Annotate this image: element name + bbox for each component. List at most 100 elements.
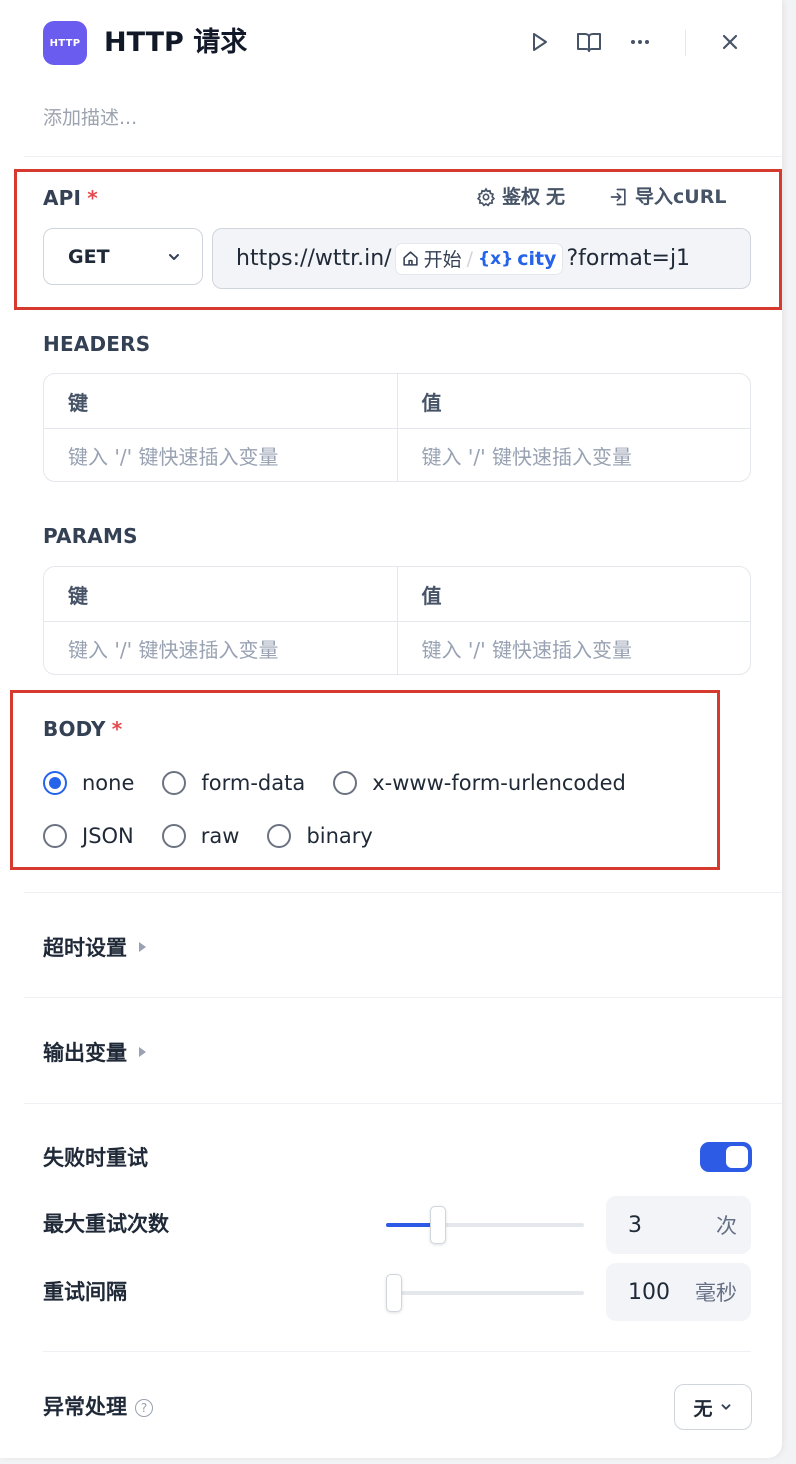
params-value-header: 值: [396, 567, 751, 621]
retry-interval-slider[interactable]: [386, 1274, 584, 1312]
retry-interval-unit: 毫秒: [695, 1281, 737, 1305]
slider-thumb[interactable]: [386, 1274, 402, 1312]
headers-key-input[interactable]: 键入 '/' 键快速插入变量: [44, 429, 397, 481]
variable-ref: {x} city: [478, 248, 556, 270]
variable-name: city: [517, 247, 557, 270]
body-option-form-data[interactable]: form-data: [162, 771, 305, 795]
url-prefix: https://wttr.in/: [236, 246, 392, 271]
body-option-json[interactable]: JSON: [43, 824, 134, 848]
error-handling-select[interactable]: 无: [674, 1384, 752, 1430]
radio-unchecked: [43, 824, 67, 848]
chevron-down-icon: [721, 1404, 730, 1410]
headers-value-input[interactable]: 键入 '/' 键快速插入变量: [396, 429, 751, 481]
book-open-icon: [577, 33, 601, 52]
variable-chip[interactable]: 开始 / {x} city: [394, 242, 564, 275]
output-divider: [24, 1103, 782, 1104]
import-curl-button[interactable]: 导入cURL: [609, 183, 726, 211]
body-option-none[interactable]: none: [43, 771, 134, 795]
body-option-x-www-form-urlencoded[interactable]: x-www-form-urlencoded: [333, 771, 626, 795]
timeout-settings-toggle[interactable]: 超时设置: [43, 932, 146, 962]
body-options-row-1: none form-data x-www-form-urlencoded: [43, 771, 654, 795]
api-label-text: API: [43, 186, 82, 210]
error-handling-text: 异常处理: [43, 1395, 127, 1419]
variable-separator: /: [466, 247, 474, 270]
retry-interval-value: 100: [628, 1279, 670, 1305]
caret-right-icon: [139, 942, 146, 952]
url-suffix: ?format=j1: [566, 246, 691, 271]
params-input-row: 键入 '/' 键快速插入变量 键入 '/' 键快速插入变量: [44, 621, 751, 674]
body-label: BODY *: [43, 715, 122, 743]
header-separator: [685, 30, 686, 56]
params-key-header: 键: [68, 583, 88, 608]
params-table: 键 值 键入 '/' 键快速插入变量 键入 '/' 键快速插入变量: [43, 566, 751, 675]
slider-thumb[interactable]: [429, 1206, 446, 1244]
import-curl-label: 导入cURL: [635, 186, 727, 208]
body-option-label: JSON: [82, 824, 134, 848]
node-title[interactable]: HTTP 请求: [104, 25, 247, 61]
badge-text: HTTP: [49, 37, 81, 49]
body-option-label: binary: [306, 824, 373, 848]
max-retries-unit: 次: [716, 1214, 737, 1238]
headers-key-header: 键: [68, 390, 88, 415]
http-node-icon: HTTP: [43, 21, 87, 65]
caret-right-icon: [139, 1047, 146, 1057]
timeout-divider: [24, 997, 782, 998]
docs-button[interactable]: [573, 26, 605, 58]
retry-toggle[interactable]: [700, 1142, 752, 1172]
params-header-row: 键 值: [44, 567, 750, 621]
method-select[interactable]: GET: [43, 228, 203, 285]
body-option-label: raw: [200, 824, 240, 848]
max-retries-value: 3: [628, 1212, 642, 1238]
headers-header-row: 键 值: [44, 374, 750, 428]
headers-table: 键 值 键入 '/' 键快速插入变量 键入 '/' 键快速插入变量: [43, 373, 751, 482]
params-value-input[interactable]: 键入 '/' 键快速插入变量: [396, 622, 751, 674]
retry-divider: [43, 1351, 751, 1352]
retry-on-failure-label: 失败时重试: [43, 1146, 148, 1170]
headers-value-header: 值: [396, 374, 751, 428]
toggle-knob: [726, 1146, 748, 1168]
output-variables-toggle[interactable]: 输出变量: [43, 1037, 146, 1067]
radio-checked: [43, 771, 67, 795]
url-input[interactable]: https://wttr.in/ 开始 / {x} city ?format=j…: [212, 228, 751, 289]
body-option-label: form-data: [201, 771, 306, 795]
radio-unchecked: [162, 771, 187, 795]
retry-interval-label: 重试间隔: [43, 1280, 127, 1304]
max-retries-label: 最大重试次数: [43, 1212, 169, 1236]
body-divider: [24, 892, 782, 893]
close-button[interactable]: [714, 26, 746, 58]
body-option-raw[interactable]: raw: [161, 824, 240, 848]
error-handling-value: 无: [693, 1397, 713, 1420]
more-horizontal-icon: [631, 40, 649, 44]
close-icon: [722, 34, 738, 50]
headers-input-row: 键入 '/' 键快速插入变量 键入 '/' 键快速插入变量: [44, 428, 751, 481]
required-mark: *: [111, 717, 123, 741]
params-key-input[interactable]: 键入 '/' 键快速插入变量: [44, 622, 397, 674]
home-icon: [402, 251, 418, 266]
description-input[interactable]: 添加描述...: [43, 104, 137, 132]
error-handling-label: 异常处理?: [43, 1392, 153, 1422]
body-option-label: x-www-form-urlencoded: [372, 771, 626, 795]
play-icon: [533, 33, 547, 51]
run-button[interactable]: [523, 26, 555, 58]
body-option-label: none: [82, 771, 135, 795]
gear-icon: [476, 187, 496, 207]
retry-interval-input[interactable]: 100 毫秒: [606, 1263, 751, 1321]
headers-label: HEADERS: [43, 332, 151, 356]
max-retries-slider[interactable]: [386, 1206, 584, 1244]
variable-node: 开始: [402, 245, 462, 272]
chevron-down-icon: [169, 253, 179, 260]
more-button[interactable]: [624, 26, 656, 58]
import-icon: [610, 188, 626, 206]
output-variables-label: 输出变量: [43, 1041, 127, 1065]
radio-unchecked: [267, 824, 292, 848]
auth-label: 鉴权: [502, 186, 541, 208]
body-option-binary[interactable]: binary: [267, 824, 373, 848]
variable-node-name: 开始: [423, 249, 462, 271]
body-label-text: BODY: [43, 717, 106, 741]
auth-button[interactable]: 鉴权 无: [476, 183, 565, 211]
help-circle-icon[interactable]: ?: [135, 1399, 153, 1417]
api-label: API *: [43, 184, 98, 212]
auth-value: 无: [546, 186, 566, 208]
max-retries-input[interactable]: 3 次: [606, 1196, 751, 1254]
body-options-row-2: JSON raw binary: [43, 824, 401, 848]
